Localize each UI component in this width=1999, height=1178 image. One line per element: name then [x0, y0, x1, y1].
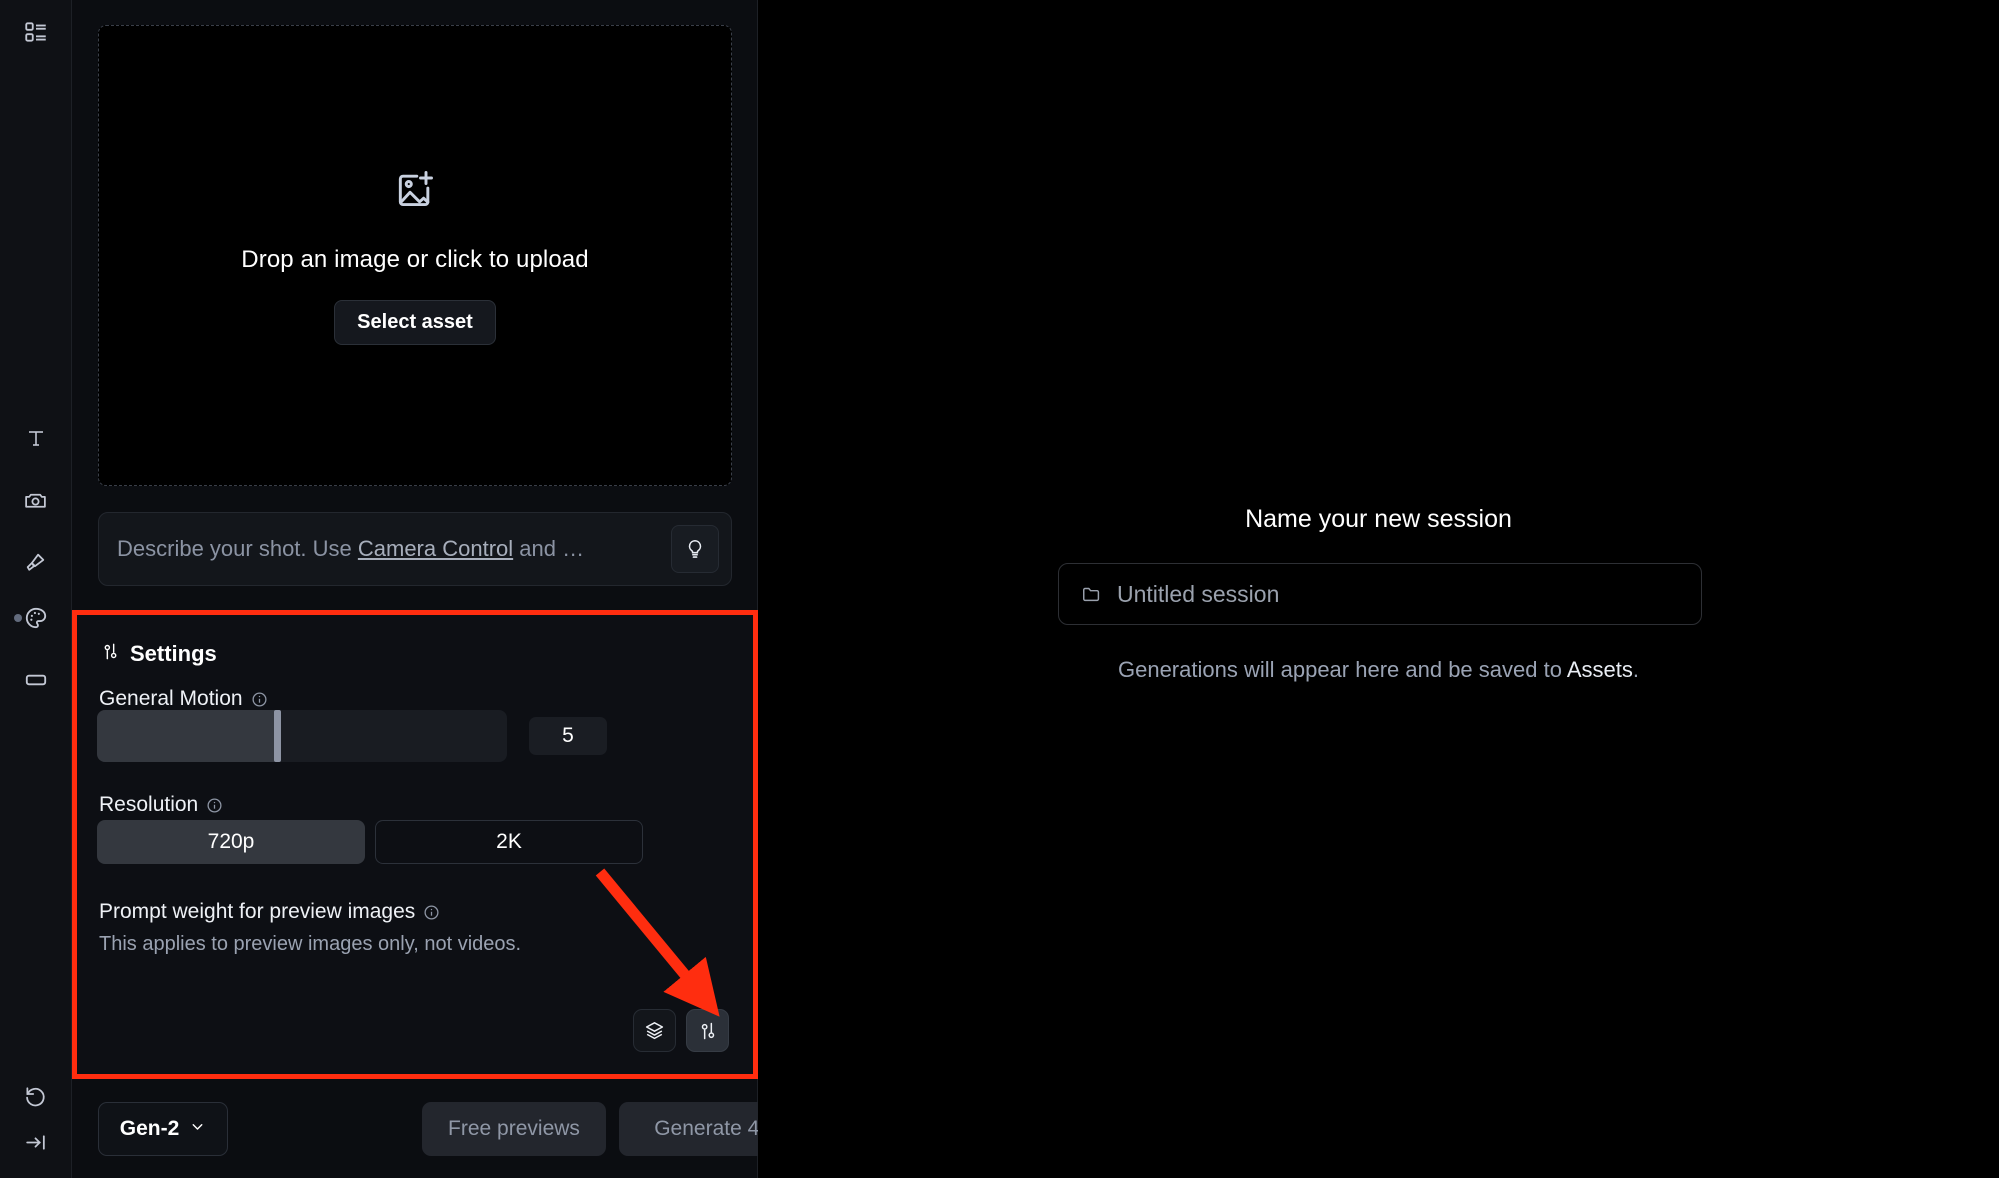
prompt-placeholder-after: and … [513, 536, 585, 561]
session-name-placeholder: Untitled session [1117, 580, 1280, 607]
general-motion-slider-row: 5 [97, 710, 745, 762]
general-motion-text: General Motion [99, 687, 243, 710]
resolution-label: Resolution [99, 793, 223, 817]
general-motion-value[interactable]: 5 [529, 717, 607, 755]
prompt-placeholder: Describe your shot. Use Camera Control a… [117, 536, 671, 562]
slider-handle[interactable] [274, 710, 282, 762]
general-motion-slider[interactable] [97, 710, 507, 762]
action-bar: Gen-2 Free previews Generate 4s [72, 1096, 805, 1178]
session-area: Name your new session Untitled session G… [758, 0, 1999, 1178]
session-name-input[interactable]: Untitled session [1058, 563, 1702, 625]
left-panel: Drop an image or click to upload Select … [72, 0, 805, 1178]
prompt-weight-text: Prompt weight for preview images [99, 900, 416, 923]
image-dropzone[interactable]: Drop an image or click to upload Select … [98, 25, 732, 486]
text-tool-icon[interactable] [16, 418, 56, 458]
settings-title-label: Settings [130, 641, 217, 666]
prompt-weight-label: Prompt weight for preview images [99, 900, 440, 924]
palette-icon[interactable] [16, 598, 56, 638]
hint-after: . [1632, 657, 1639, 682]
folder-icon [1081, 583, 1103, 605]
library-icon[interactable] [16, 12, 56, 52]
camera-control-link[interactable]: Camera Control [358, 536, 513, 561]
info-icon[interactable] [206, 797, 223, 814]
settings-mode-buttons [633, 1009, 729, 1052]
image-plus-icon [393, 167, 437, 216]
collapse-panel-icon[interactable] [16, 1122, 56, 1162]
lightbulb-icon[interactable] [671, 525, 719, 573]
resolution-segmented-control: 720p 2K [97, 820, 643, 864]
app-root: Drop an image or click to upload Select … [0, 0, 1999, 1178]
resolution-option-720p[interactable]: 720p [97, 820, 365, 864]
resolution-text: Resolution [99, 793, 199, 816]
sliders-icon [101, 641, 120, 667]
chevron-down-icon [189, 1117, 206, 1141]
select-asset-button[interactable]: Select asset [334, 299, 496, 345]
assets-link[interactable]: Assets [1567, 657, 1633, 682]
hint-before: Generations will appear here and be save… [1117, 657, 1567, 682]
generations-hint: Generations will appear here and be save… [758, 657, 1999, 683]
slider-fill [97, 710, 278, 762]
prompt-placeholder-before: Describe your shot. Use [117, 536, 358, 561]
settings-panel: Settings General Motion 5 Resolution 720… [72, 610, 758, 1079]
model-select-label: Gen-2 [119, 1117, 180, 1140]
dropzone-label: Drop an image or click to upload [241, 245, 589, 273]
sliders-icon[interactable] [686, 1009, 729, 1052]
resolution-option-2k[interactable]: 2K [375, 820, 643, 864]
frame-icon[interactable] [16, 660, 56, 700]
model-select[interactable]: Gen-2 [98, 1102, 228, 1156]
general-motion-label: General Motion [99, 687, 268, 711]
page-title: Name your new session [1245, 505, 1512, 533]
info-icon[interactable] [423, 904, 440, 921]
layers-icon[interactable] [633, 1009, 676, 1052]
brush-icon[interactable] [16, 542, 56, 582]
prompt-weight-description: This applies to preview images only, not… [99, 933, 522, 955]
settings-header: Settings [101, 641, 217, 667]
free-previews-button[interactable]: Free previews [422, 1102, 606, 1156]
info-icon[interactable] [251, 691, 268, 708]
prompt-input[interactable]: Describe your shot. Use Camera Control a… [98, 512, 732, 586]
history-icon[interactable] [16, 1075, 56, 1115]
camera-icon[interactable] [16, 480, 56, 520]
tool-rail [0, 0, 72, 1178]
